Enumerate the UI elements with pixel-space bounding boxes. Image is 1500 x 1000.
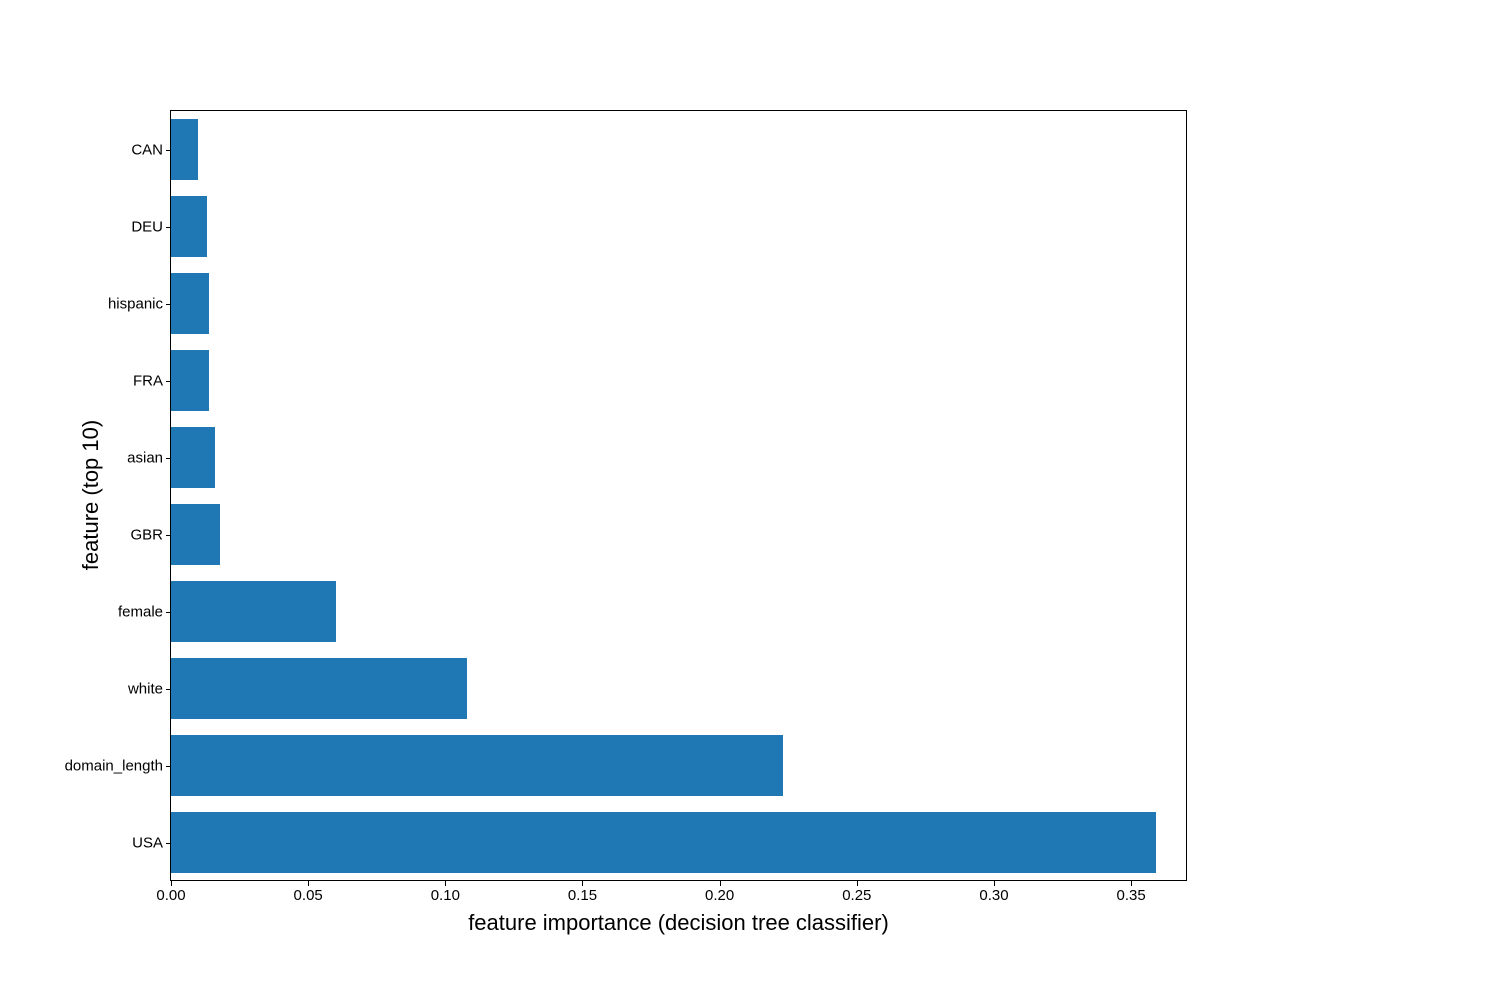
y-tick-label: GBR bbox=[130, 526, 171, 543]
bar bbox=[171, 196, 207, 256]
y-tick-label: DEU bbox=[131, 218, 171, 235]
x-tick-label: 0.20 bbox=[705, 881, 734, 904]
y-tick-label: FRA bbox=[133, 372, 171, 389]
y-tick-label: CAN bbox=[131, 141, 171, 158]
plot-area: CANDEUhispanicFRAasianGBRfemalewhitedoma… bbox=[171, 110, 1187, 881]
x-tick-label: 0.00 bbox=[156, 881, 185, 904]
y-tick-label: hispanic bbox=[108, 295, 171, 312]
y-tick-label: asian bbox=[127, 449, 171, 466]
y-tick-label: domain_length bbox=[65, 757, 171, 774]
y-axis-label: feature (top 10) bbox=[78, 420, 104, 570]
bar bbox=[171, 273, 209, 333]
x-tick-label: 0.05 bbox=[294, 881, 323, 904]
bar bbox=[171, 735, 783, 795]
x-tick-label: 0.10 bbox=[431, 881, 460, 904]
chart-container: CANDEUhispanicFRAasianGBRfemalewhitedoma… bbox=[170, 110, 1186, 881]
x-axis-label: feature importance (decision tree classi… bbox=[468, 910, 889, 936]
bar bbox=[171, 350, 209, 410]
y-tick-label: white bbox=[128, 680, 171, 697]
y-tick-label: female bbox=[118, 603, 171, 620]
x-tick-label: 0.30 bbox=[979, 881, 1008, 904]
y-tick-label: USA bbox=[132, 834, 171, 851]
bar bbox=[171, 658, 467, 718]
bar bbox=[171, 504, 220, 564]
bar bbox=[171, 427, 215, 487]
bar bbox=[171, 119, 198, 179]
bar bbox=[171, 581, 336, 641]
x-tick-label: 0.15 bbox=[568, 881, 597, 904]
x-tick-label: 0.25 bbox=[842, 881, 871, 904]
bar bbox=[171, 812, 1156, 872]
x-tick-label: 0.35 bbox=[1117, 881, 1146, 904]
